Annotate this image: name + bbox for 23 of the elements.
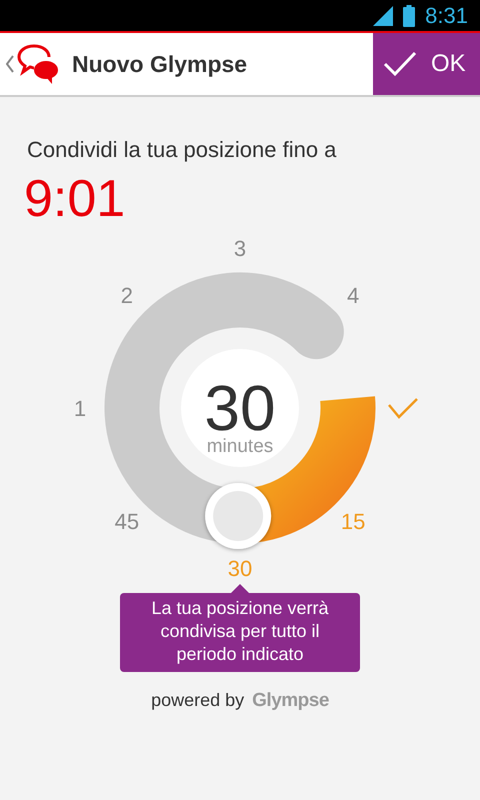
- clock-time: 8:31: [425, 2, 468, 28]
- info-tooltip: La tua posizione verrà condivisa per tutto il periodo indicato: [120, 584, 360, 672]
- dial-tick-label[interactable]: 45: [114, 509, 140, 534]
- battery-icon: [403, 4, 416, 26]
- end-time: 9:01: [24, 171, 126, 227]
- dial-tick-label[interactable]: 1: [74, 396, 86, 421]
- brand-logo: Glympse: [252, 690, 329, 712]
- powered-by-label: powered by: [151, 690, 244, 711]
- dial-handle[interactable]: [205, 482, 272, 549]
- share-until-label: Condividi la tua posizione fino a: [27, 137, 338, 163]
- ok-button[interactable]: OK: [373, 33, 480, 95]
- back-chevron-icon[interactable]: [6, 55, 14, 73]
- dial-tick-label[interactable]: 30: [228, 556, 252, 581]
- speech-bubbles-icon: [16, 43, 60, 85]
- signal-icon: [373, 6, 394, 26]
- dial-track[interactable]: [104, 272, 344, 544]
- dial-tick-label[interactable]: 3: [234, 236, 246, 261]
- dial-tick-label[interactable]: 15: [340, 509, 366, 534]
- check-icon: [388, 398, 418, 419]
- dial-tick-label[interactable]: 2: [120, 282, 133, 308]
- screen-title: Nuovo Glympse: [72, 50, 248, 78]
- check-icon: [383, 51, 417, 77]
- dial-tick-label[interactable]: 4: [347, 282, 360, 308]
